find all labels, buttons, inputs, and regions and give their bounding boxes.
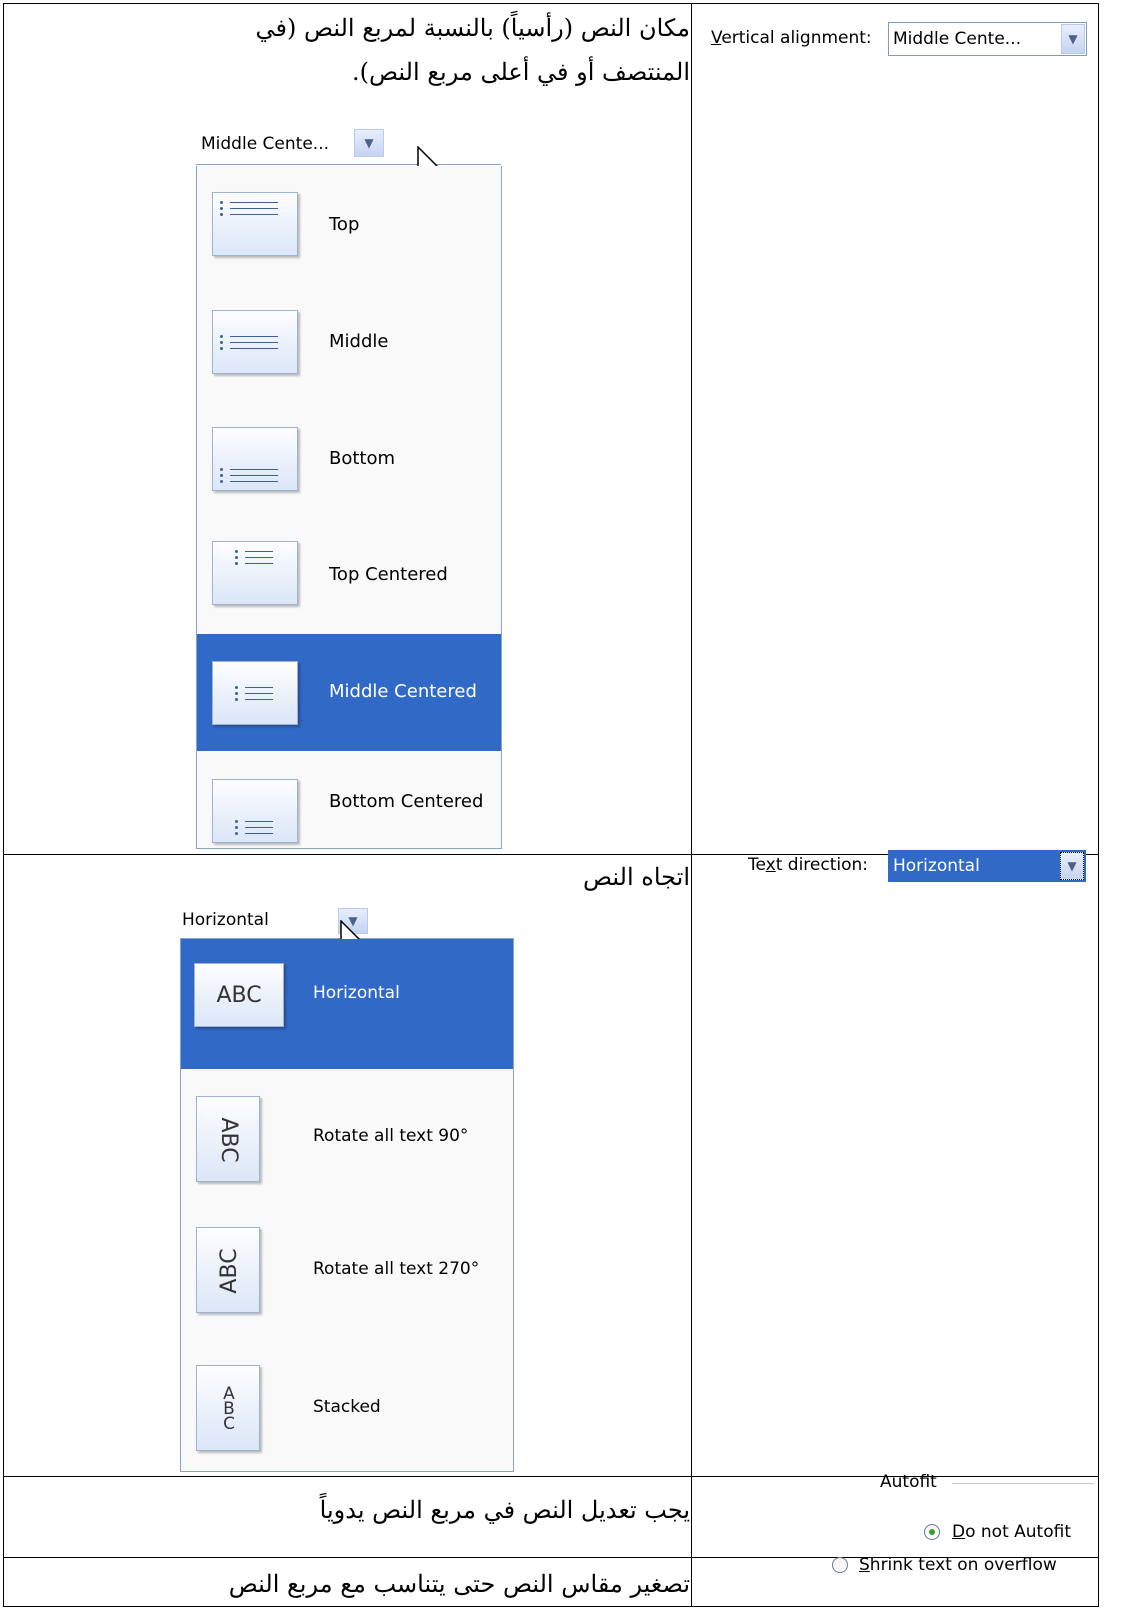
document-table (3, 3, 1099, 1607)
menu-item-middle[interactable]: Middle (197, 283, 501, 400)
dropdown-value: Horizontal (182, 910, 269, 930)
abc-rotate-90-icon: ABC (196, 1096, 260, 1182)
vertical-alignment-combobox[interactable]: Middle Cente... ▼ (888, 22, 1087, 56)
text-direction-description: اتجاه النص (583, 863, 690, 891)
menu-item-rotate-270[interactable]: ABC Rotate all text 270° (181, 1197, 513, 1335)
menu-item-bottom-centered[interactable]: Bottom Centered (197, 751, 501, 849)
align-middle-icon (212, 310, 298, 374)
shrink-text-on-overflow-radio[interactable] (832, 1557, 848, 1573)
shrink-text-description: تصغير مقاس النص حتى يتناسب مع مربع النص (228, 1570, 690, 1598)
shrink-text-on-overflow-label[interactable]: Shrink text on overflow (859, 1555, 1057, 1575)
do-not-autofit-label[interactable]: Do not Autofit (952, 1522, 1071, 1542)
menu-item-bottom[interactable]: Bottom (197, 400, 501, 517)
radio-checked-dot (929, 1529, 935, 1535)
group-divider (952, 1483, 1094, 1484)
combo-underline (196, 164, 501, 165)
text-direction-label: Text direction: (748, 855, 869, 875)
column-divider (691, 4, 692, 1606)
text-direction-combobox[interactable]: Horizontal ▼ (888, 850, 1086, 882)
menu-item-stacked[interactable]: ABC Stacked (181, 1335, 513, 1472)
abc-rotate-270-icon: ABC (196, 1227, 260, 1313)
text-direction-menu: ABC Horizontal ABC Rotate all text 90° A… (180, 939, 514, 1472)
menu-item-top-centered[interactable]: Top Centered (197, 517, 501, 634)
menu-item-middle-centered[interactable]: Middle Centered (197, 634, 501, 751)
menu-item-horizontal[interactable]: ABC Horizontal (181, 939, 513, 1069)
do-not-autofit-radio[interactable] (924, 1524, 940, 1540)
chevron-down-icon[interactable]: ▼ (1060, 852, 1084, 880)
vertical-alignment-menu: Top Middle Bottom Top Centered Middle Ce… (196, 166, 502, 849)
chevron-down-icon[interactable]: ▼ (354, 129, 384, 157)
vertical-alignment-label: Vertical alignment: (711, 28, 872, 48)
abc-stacked-icon: ABC (196, 1365, 260, 1451)
autofit-group-label: Autofit (880, 1472, 937, 1492)
stacked-letter: C (223, 1413, 235, 1434)
align-middle-centered-icon (212, 661, 298, 725)
chevron-down-icon[interactable]: ▼ (1061, 24, 1085, 54)
menu-item-rotate-90[interactable]: ABC Rotate all text 90° (181, 1069, 513, 1197)
align-bottom-icon (212, 427, 298, 491)
vertical-alignment-description: مكان النص (رأسياً) بالنسبة لمربع النص (ف… (255, 14, 690, 86)
align-top-centered-icon (212, 541, 298, 605)
align-top-icon (212, 192, 298, 256)
do-not-autofit-description: يجب تعديل النص في مربع النص يدوياً (319, 1496, 690, 1524)
align-bottom-centered-icon (212, 779, 298, 843)
menu-item-top[interactable]: Top (197, 166, 501, 283)
dropdown-value: Middle Cente... (201, 134, 329, 154)
abc-horizontal-icon: ABC (194, 963, 284, 1027)
